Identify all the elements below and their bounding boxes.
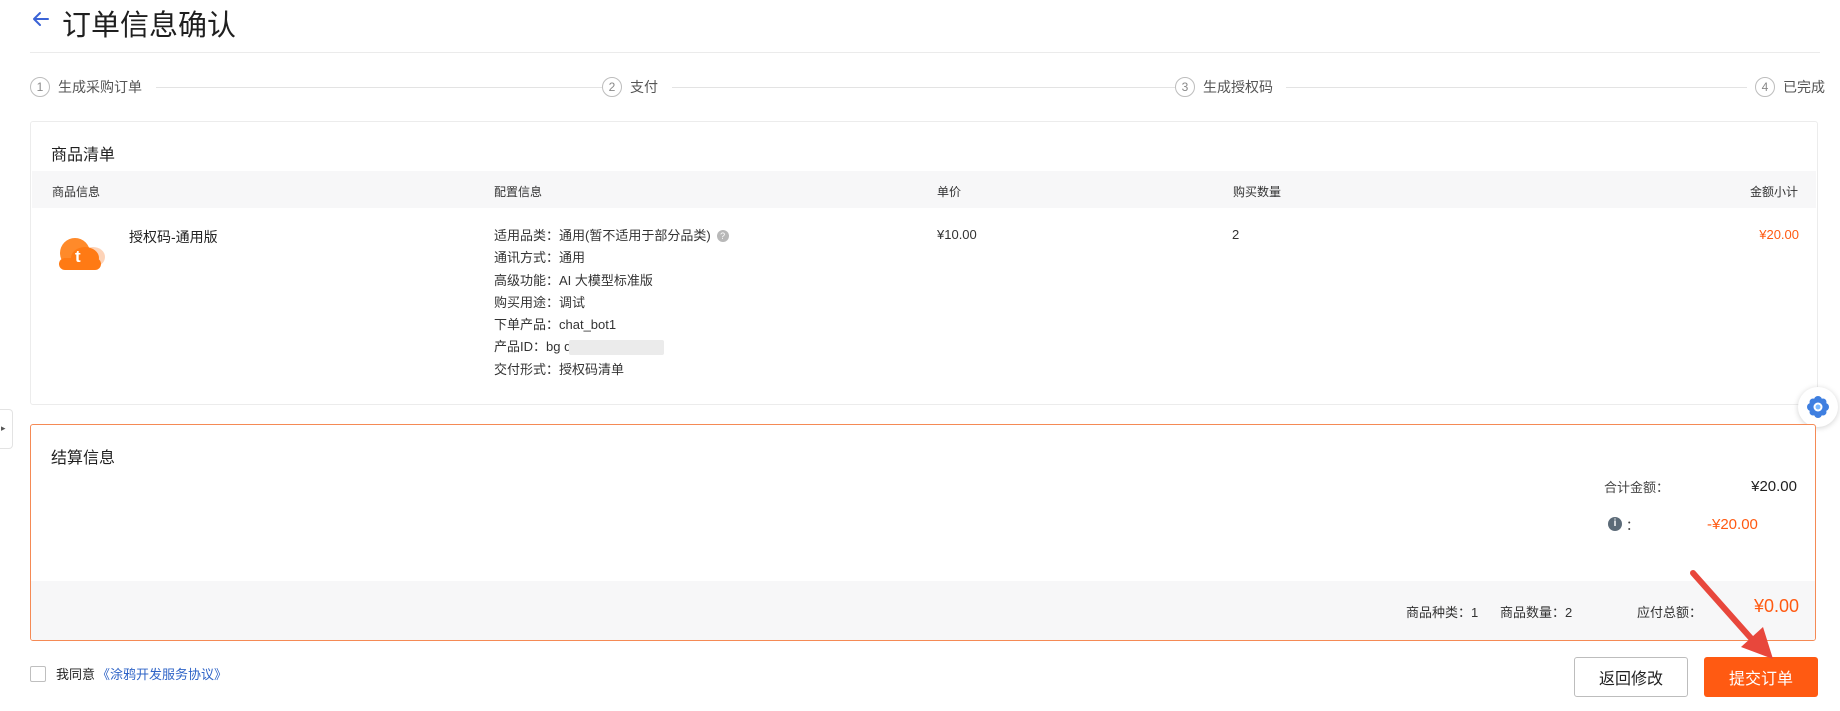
total-amount-label: 合计金额： — [1604, 480, 1670, 495]
config-text: 产品ID：bg q — [494, 339, 572, 355]
tuya-cloud-logo-icon: t — [59, 238, 105, 270]
agreement-checkbox[interactable] — [30, 665, 46, 682]
step-label: 生成授权码 — [1203, 79, 1273, 95]
progress-steps: 1 生成采购订单 2 支付 3 生成授权码 4 已完成 — [30, 76, 1825, 98]
step-3: 3 生成授权码 — [1175, 76, 1283, 98]
config-row: 交付形式：授权码清单 — [494, 361, 625, 377]
chevron-right-icon: ▸ — [1, 423, 6, 433]
column-header-price: 单价 — [937, 185, 962, 199]
step-connector — [156, 87, 611, 88]
page-title: 订单信息确认 — [62, 10, 237, 42]
info-icon[interactable]: i — [1608, 517, 1622, 531]
column-header-config: 配置信息 — [494, 185, 543, 199]
config-row: 高级功能：AI 大模型标准版 — [494, 272, 653, 288]
payable-label: 应付总额： — [1637, 605, 1703, 620]
goods-list-title: 商品清单 — [51, 147, 116, 164]
step-label: 生成采购订单 — [58, 79, 142, 95]
item-subtotal: ¥20.00 — [1759, 227, 1799, 242]
purchase-quantity: 2 — [1232, 227, 1240, 242]
goods-quantity: 商品数量：2 — [1500, 605, 1573, 620]
step-number: 2 — [602, 77, 622, 97]
step-connector — [672, 87, 1198, 88]
step-4: 4 已完成 — [1747, 76, 1825, 98]
settlement-card: 结算信息 合计金额： ¥20.00 i ： -¥20.00 商品种类：1 商品数… — [30, 424, 1816, 641]
config-text: 适用品类：通用(暂不适用于部分品类) — [494, 228, 711, 243]
config-row: 产品ID：bg q — [494, 336, 729, 358]
total-amount-value: ¥20.00 — [1751, 478, 1797, 495]
agreement-link[interactable]: 《涂鸦开发服务协议》 — [97, 664, 227, 683]
sidebar-expand-tab[interactable]: ▸ — [0, 409, 13, 449]
config-row: 适用品类：通用(暂不适用于部分品类)? — [494, 225, 729, 247]
step-2: 2 支付 — [602, 76, 668, 98]
back-arrow-icon[interactable] — [30, 8, 52, 30]
step-connector — [1286, 87, 1764, 88]
config-row: 通讯方式：通用 — [494, 250, 586, 266]
assistant-float-button[interactable] — [1798, 387, 1838, 427]
settlement-title: 结算信息 — [51, 450, 116, 467]
column-header-qty: 购买数量 — [1233, 185, 1282, 199]
config-row: 下单产品：chat_bot1 — [494, 317, 617, 333]
step-number: 4 — [1755, 77, 1775, 97]
settlement-summary-bar: 商品种类：1 商品数量：2 应付总额： ¥0.00 — [31, 581, 1815, 640]
column-header-subtotal: 金额小计 — [1749, 185, 1798, 199]
question-icon[interactable]: ? — [716, 230, 729, 242]
redaction-mask — [569, 340, 664, 356]
agreement: 我同意 《涂鸦开发服务协议》 — [30, 664, 227, 683]
step-number: 3 — [1175, 77, 1195, 97]
goods-kinds: 商品种类：1 — [1406, 605, 1479, 620]
config-info-list: 适用品类：通用(暂不适用于部分品类)? 通讯方式：通用 高级功能：AI 大模型标… — [494, 225, 729, 381]
config-row: 购买用途：调试 — [494, 294, 586, 310]
unit-price: ¥10.00 — [937, 227, 977, 242]
back-to-edit-button[interactable]: 返回修改 — [1574, 657, 1688, 697]
step-label: 已完成 — [1783, 79, 1825, 95]
assistant-flower-icon — [1807, 396, 1829, 418]
payable-value: ¥0.00 — [1753, 596, 1799, 616]
agreement-label: 我同意 — [56, 667, 96, 682]
svg-text:t: t — [75, 247, 81, 266]
column-header-info: 商品信息 — [52, 185, 101, 199]
goods-list-card: 商品清单 商品信息 配置信息 单价 购买数量 金额小计 t 授权码-通用版 适用… — [30, 121, 1818, 405]
step-1: 1 生成采购订单 — [30, 76, 152, 98]
discount-value: -¥20.00 — [1707, 516, 1758, 533]
step-number: 1 — [30, 77, 50, 97]
page-header: 订单信息确认 — [30, 0, 1820, 53]
goods-table-header: 商品信息 配置信息 单价 购买数量 金额小计 — [32, 171, 1816, 208]
discount-label: ： — [1626, 518, 1640, 533]
step-label: 支付 — [630, 79, 658, 95]
submit-order-button[interactable]: 提交订单 — [1704, 657, 1818, 697]
product-name: 授权码-通用版 — [129, 229, 218, 245]
